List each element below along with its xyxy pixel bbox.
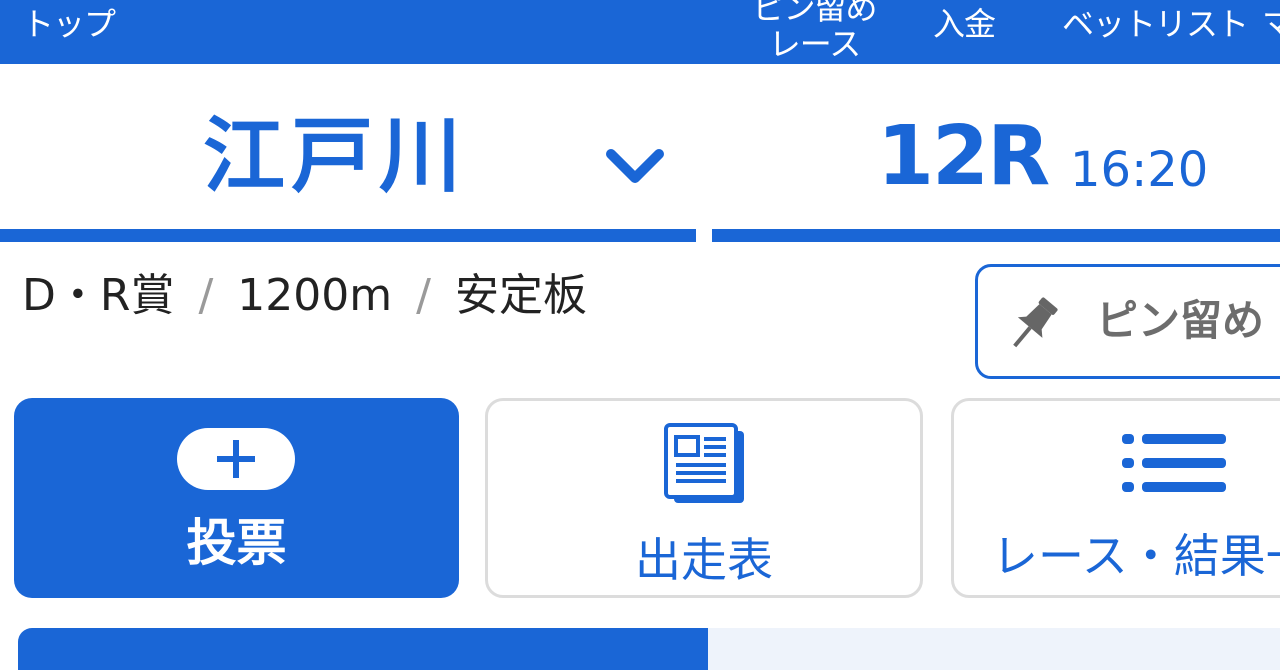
tab-inactive[interactable] xyxy=(708,628,1280,670)
venue-selector[interactable]: 江戸川 xyxy=(0,64,696,242)
chevron-down-icon xyxy=(606,149,664,183)
race-number: 12R xyxy=(877,109,1050,204)
nav-pinned-race-line2: レース xyxy=(768,25,861,63)
pin-race-label: ピン留め xyxy=(1096,296,1265,345)
pin-race-button[interactable]: ピン留め xyxy=(975,264,1280,379)
nav-deposit-link[interactable]: 入金 xyxy=(933,8,996,40)
pushpin-icon xyxy=(1013,297,1058,348)
race-info: D・R賞 / 1200m / 安定板 xyxy=(22,274,587,318)
venue-name: 江戸川 xyxy=(203,109,468,204)
vote-button[interactable]: 投票 xyxy=(14,398,459,598)
entries-button[interactable]: 出走表 xyxy=(485,398,923,598)
nav-bet-list-link[interactable]: ベットリスト xyxy=(1062,8,1249,40)
race-distance: 1200m xyxy=(237,270,393,321)
nav-pinned-race-line1: ピン留め xyxy=(752,0,877,27)
race-title: D・R賞 xyxy=(22,270,175,321)
list-icon xyxy=(1122,434,1226,492)
bottom-tab-strip xyxy=(18,628,1280,670)
plus-pill-icon xyxy=(177,428,295,490)
top-nav-bar: トップ ピン留め レース 入金 ベットリスト マ xyxy=(0,0,1280,64)
nav-more-link[interactable]: マ xyxy=(1262,8,1280,40)
newspaper-icon xyxy=(664,423,744,503)
vote-label: 投票 xyxy=(186,514,287,572)
nav-top-link[interactable]: トップ xyxy=(22,8,116,40)
race-results-label: レース・結果一 xyxy=(992,529,1280,583)
race-start-time: 16:20 xyxy=(1070,142,1209,198)
race-info-separator: / xyxy=(198,270,214,321)
race-results-button[interactable]: レース・結果一 xyxy=(951,398,1280,598)
nav-pinned-race-link[interactable]: ピン留め レース xyxy=(742,0,887,62)
race-selector[interactable]: 12R 16:20 xyxy=(712,64,1280,242)
race-info-separator: / xyxy=(416,270,431,321)
race-condition: 安定板 xyxy=(454,270,587,321)
entries-label: 出走表 xyxy=(635,533,773,587)
tab-active[interactable] xyxy=(18,628,708,670)
